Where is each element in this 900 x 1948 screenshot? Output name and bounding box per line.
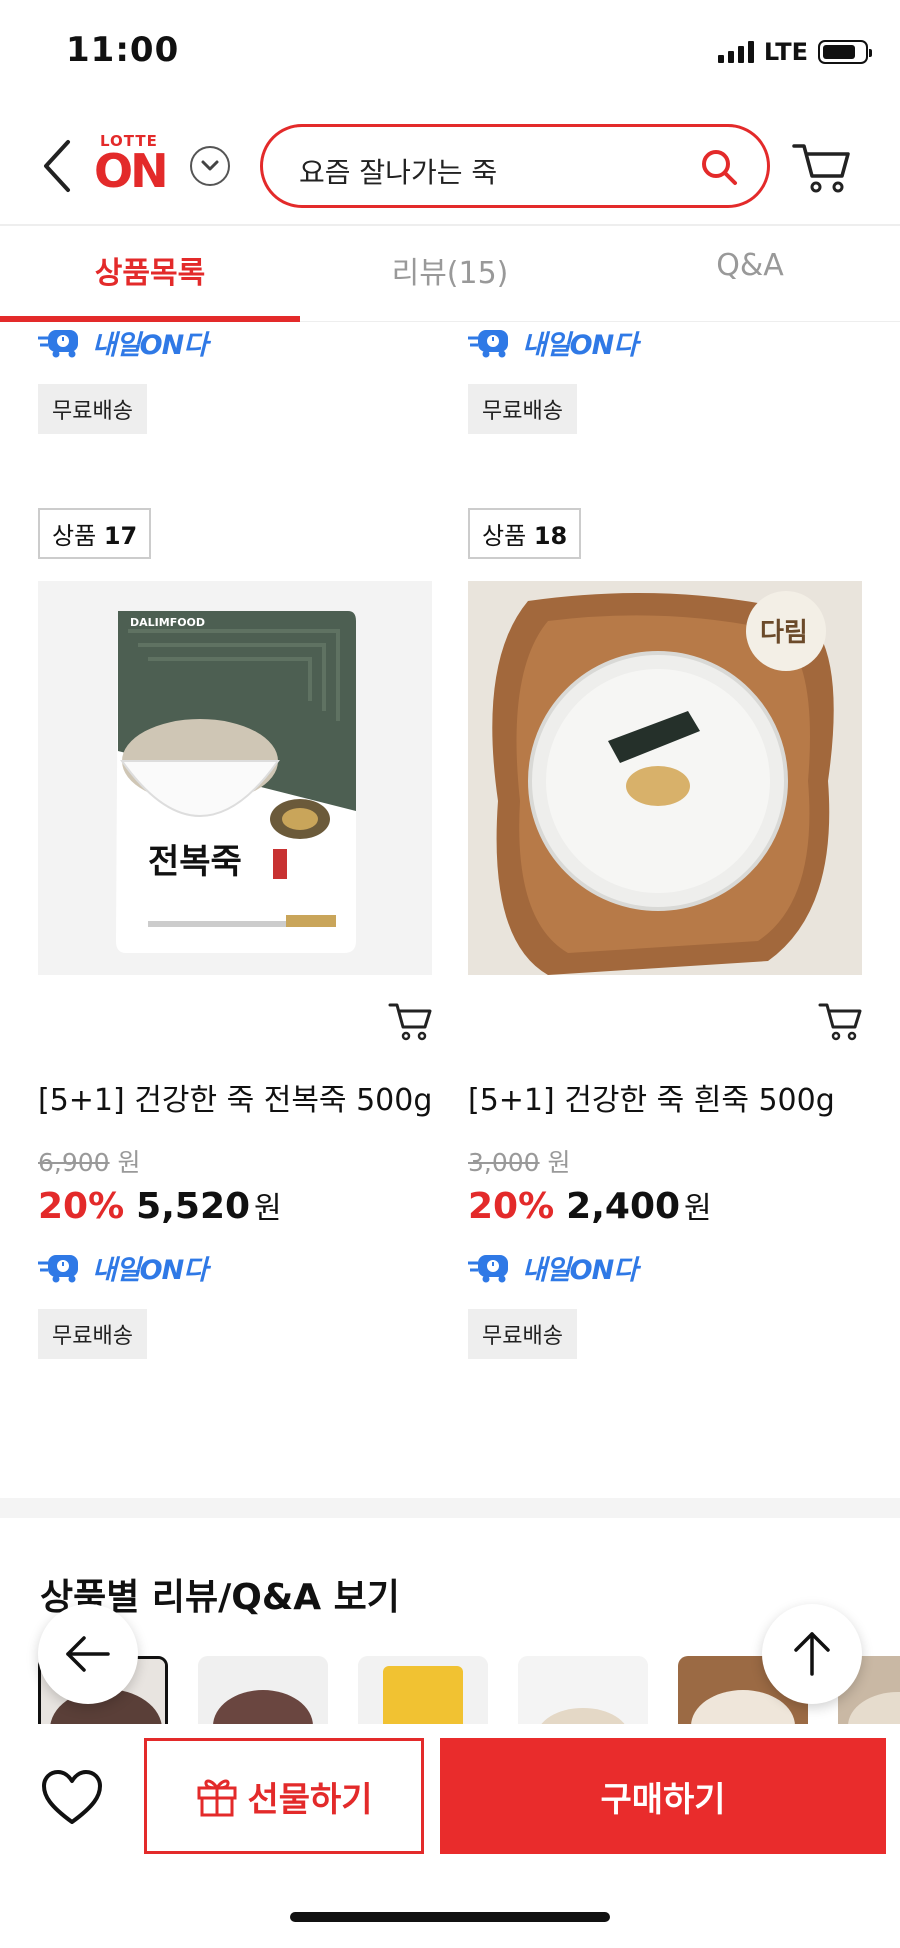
tab-reviews[interactable]: 리뷰(15) xyxy=(300,226,600,321)
free-shipping-badge: 무료배송 xyxy=(468,1309,577,1359)
delivery-badge: 내일ON다 xyxy=(38,1247,434,1287)
cart-icon[interactable] xyxy=(792,140,852,196)
heart-icon[interactable] xyxy=(40,1768,104,1828)
app-header: LOTTE ON 요즘 잘나가는 죽 xyxy=(0,110,900,226)
package-title: 전복죽 xyxy=(148,842,242,882)
package-brand: DALIMFOOD xyxy=(130,616,205,629)
delivery-label: 내일ON다 xyxy=(522,329,638,361)
product-16b-bottom: 내일ON다 무료배송 xyxy=(468,322,864,434)
network-label: LTE xyxy=(763,38,808,66)
arrow-up-icon xyxy=(794,1632,830,1676)
lotte-on-logo[interactable]: LOTTE ON xyxy=(94,132,174,202)
scroll-top-button[interactable] xyxy=(762,1604,862,1704)
product-16-bottom: 내일ON다 무료배송 xyxy=(38,322,434,434)
add-to-cart-icon[interactable] xyxy=(388,1001,432,1043)
status-bar: 11:00 LTE xyxy=(0,0,900,110)
thumbnail-item[interactable] xyxy=(518,1656,648,1726)
section-divider xyxy=(0,1498,900,1518)
tab-bar: 상품목록 리뷰(15) Q&A xyxy=(0,226,900,322)
sale-price: 20% 2,400 원 xyxy=(468,1183,864,1227)
gift-button[interactable]: 선물하기 xyxy=(144,1738,424,1854)
discount-rate: 20% xyxy=(38,1186,125,1227)
delivery-badge: 내일ON다 xyxy=(468,1247,864,1287)
buy-button-label: 구매하기 xyxy=(600,1779,726,1820)
product-card-17[interactable]: 상품 17 DALIMFOOD 전복죽 [5+1] 건강한 죽 전복죽 500g… xyxy=(38,508,434,1359)
signal-icon xyxy=(717,41,754,63)
abalone-porridge-package-image: DALIMFOOD 전복죽 xyxy=(38,581,432,975)
chevron-down-icon xyxy=(201,160,219,171)
original-price: 3,000 원 xyxy=(468,1148,571,1177)
free-shipping-badge: 무료배송 xyxy=(38,1309,147,1359)
arrow-left-icon xyxy=(66,1636,110,1672)
truck-icon xyxy=(38,330,78,358)
gift-button-label: 선물하기 xyxy=(247,1779,373,1820)
product-tag: 상품 18 xyxy=(468,508,582,559)
thumbnail-item[interactable] xyxy=(198,1656,328,1726)
search-input[interactable]: 요즘 잘나가는 죽 xyxy=(260,124,770,208)
product-name[interactable]: [5+1] 건강한 죽 흰죽 500g xyxy=(468,1075,864,1119)
home-indicator[interactable] xyxy=(290,1912,610,1922)
product-image[interactable]: 다림 xyxy=(468,581,862,975)
thumbnail-item[interactable] xyxy=(358,1656,488,1726)
logo-dropdown-button[interactable] xyxy=(190,146,230,186)
scroll-left-button[interactable] xyxy=(38,1604,138,1704)
delivery-label: 내일ON다 xyxy=(92,329,208,361)
logo-main-text: ON xyxy=(94,144,169,198)
delivery-badge: 내일ON다 xyxy=(38,322,434,362)
product-card-18[interactable]: 상품 18 다림 [5+1] 건강한 죽 흰죽 500g 3,000 원 20%… xyxy=(468,508,864,1359)
sale-price: 20% 5,520 원 xyxy=(38,1183,434,1227)
delivery-label: 내일ON다 xyxy=(92,1254,208,1286)
delivery-label: 내일ON다 xyxy=(522,1254,638,1286)
product-image[interactable]: DALIMFOOD 전복죽 xyxy=(38,581,432,975)
gift-icon xyxy=(197,1779,237,1817)
product-tag: 상품 17 xyxy=(38,508,152,559)
currency-label: 원 xyxy=(684,1191,712,1226)
tab-products[interactable]: 상품목록 xyxy=(0,226,300,322)
battery-icon xyxy=(818,40,872,64)
white-porridge-image: 다림 xyxy=(468,581,862,975)
search-icon[interactable] xyxy=(699,147,739,187)
free-shipping-badge: 무료배송 xyxy=(468,384,577,434)
back-icon[interactable] xyxy=(38,136,78,196)
tab-qna[interactable]: Q&A xyxy=(600,226,900,321)
original-price: 6,900 원 xyxy=(38,1148,141,1177)
truck-icon xyxy=(468,1255,508,1283)
add-to-cart-icon[interactable] xyxy=(818,1001,862,1043)
currency-label: 원 xyxy=(254,1191,282,1226)
status-indicators: LTE xyxy=(717,38,872,66)
search-input-text: 요즘 잘나가는 죽 xyxy=(299,156,498,189)
price-value: 2,400 xyxy=(566,1186,681,1227)
svg-text:다림: 다림 xyxy=(760,618,808,648)
delivery-badge: 내일ON다 xyxy=(468,322,864,362)
buy-button[interactable]: 구매하기 xyxy=(440,1738,886,1854)
truck-icon xyxy=(468,330,508,358)
price-value: 5,520 xyxy=(136,1186,251,1227)
free-shipping-badge: 무료배송 xyxy=(38,384,147,434)
product-name[interactable]: [5+1] 건강한 죽 전복죽 500g xyxy=(38,1075,434,1119)
discount-rate: 20% xyxy=(468,1186,555,1227)
truck-icon xyxy=(38,1255,78,1283)
status-time: 11:00 xyxy=(66,30,180,70)
